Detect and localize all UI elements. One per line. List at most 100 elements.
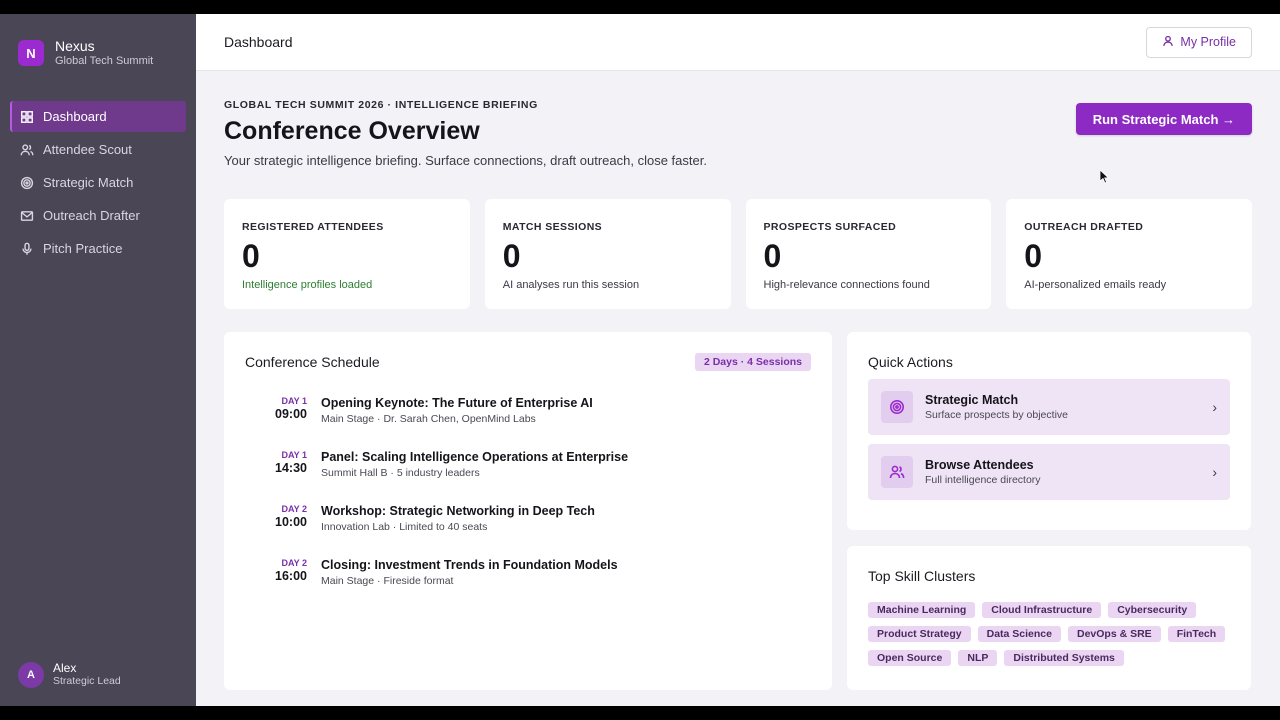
skill-tag[interactable]: FinTech xyxy=(1167,626,1226,642)
stat-note: AI-personalized emails ready xyxy=(1024,279,1167,291)
app-window: N Nexus Global Tech Summit Dashboard Att… xyxy=(0,14,1280,706)
top-skill-clusters-panel: Top Skill Clusters Machine Learning Clou… xyxy=(847,546,1251,690)
users-icon xyxy=(881,456,913,488)
brand-logo: N xyxy=(18,40,44,66)
session-subtitle: Innovation Lab · Limited to 40 seats xyxy=(321,521,488,533)
hero-lede: Your strategic intelligence briefing. Su… xyxy=(224,153,707,168)
stat-label: MATCH SESSIONS xyxy=(502,221,603,233)
stat-note: Intelligence profiles loaded xyxy=(242,279,373,291)
sidebar-item-outreach-drafter[interactable]: Outreach Drafter xyxy=(10,200,186,231)
session-time: 16:00 xyxy=(275,569,307,583)
mail-icon xyxy=(20,209,34,223)
user-menu[interactable]: A Alex Strategic Lead xyxy=(18,661,121,688)
quick-action-strategic-match[interactable]: Strategic Match Surface prospects by obje… xyxy=(868,379,1230,435)
stat-note: High-relevance connections found xyxy=(763,279,930,291)
stat-value: 0 xyxy=(1024,238,1043,274)
skill-tag[interactable]: Cybersecurity xyxy=(1108,602,1197,618)
session-item[interactable]: DAY 1 09:00 Opening Keynote: The Future o… xyxy=(245,396,811,450)
skill-tag[interactable]: Open Source xyxy=(868,650,952,666)
sidebar-item-label: Pitch Practice xyxy=(43,241,123,256)
sidebar-item-dashboard[interactable]: Dashboard xyxy=(10,101,186,132)
session-item[interactable]: DAY 2 16:00 Closing: Investment Trends in… xyxy=(245,558,811,612)
my-profile-button[interactable]: My Profile xyxy=(1146,26,1252,58)
user-role: Strategic Lead xyxy=(53,675,121,687)
session-title: Workshop: Strategic Networking in Deep T… xyxy=(321,504,595,518)
stat-card-prospects-surfaced: PROSPECTS SURFACED 0 High-relevance conn… xyxy=(745,199,992,309)
mouse-cursor-icon xyxy=(1100,170,1110,184)
topbar: Dashboard My Profile xyxy=(196,14,1280,71)
quick-action-title: Strategic Match xyxy=(925,392,1019,407)
session-list: DAY 1 09:00 Opening Keynote: The Future o… xyxy=(245,396,811,612)
session-time: 14:30 xyxy=(275,461,307,475)
avatar: A xyxy=(18,661,44,688)
quick-action-title: Browse Attendees xyxy=(925,457,1034,472)
target-icon xyxy=(881,391,913,423)
session-subtitle: Main Stage · Dr. Sarah Chen, OpenMind La… xyxy=(321,413,536,425)
session-time: 09:00 xyxy=(275,407,307,421)
hero-title: Conference Overview xyxy=(224,117,480,145)
chevron-right-icon: › xyxy=(1212,399,1217,415)
stat-label: REGISTERED ATTENDEES xyxy=(242,221,384,233)
sidebar-item-strategic-match[interactable]: Strategic Match xyxy=(10,167,186,198)
stat-card-registered-attendees: REGISTERED ATTENDEES 0 Intelligence prof… xyxy=(224,199,470,309)
session-subtitle: Main Stage · Fireside format xyxy=(321,575,454,587)
quick-actions-panel: Quick Actions Strategic Match Surface pro… xyxy=(847,332,1251,530)
session-day: DAY 2 xyxy=(281,558,307,568)
users-icon xyxy=(20,143,34,157)
session-title: Opening Keynote: The Future of Enterpris… xyxy=(321,396,593,410)
sidebar-item-label: Outreach Drafter xyxy=(43,208,140,223)
stat-card-outreach-drafted: OUTREACH DRAFTED 0 AI-personalized email… xyxy=(1006,199,1252,309)
session-item[interactable]: DAY 1 14:30 Panel: Scaling Intelligence O… xyxy=(245,450,811,504)
main-area: Dashboard My Profile GLOBAL TECH SUMMIT … xyxy=(196,14,1280,706)
grid-icon xyxy=(20,110,34,124)
sidebar-item-pitch-practice[interactable]: Pitch Practice xyxy=(10,233,186,264)
session-day: DAY 2 xyxy=(281,504,307,514)
dashboard-content: GLOBAL TECH SUMMIT 2026 · INTELLIGENCE B… xyxy=(196,71,1280,706)
skill-tag[interactable]: Machine Learning xyxy=(868,602,976,618)
session-subtitle: Summit Hall B · 5 industry leaders xyxy=(321,467,480,479)
session-time: 10:00 xyxy=(275,515,307,529)
hero-kicker: GLOBAL TECH SUMMIT 2026 · INTELLIGENCE B… xyxy=(224,99,538,111)
sidebar-item-label: Strategic Match xyxy=(43,175,134,190)
sidebar: N Nexus Global Tech Summit Dashboard Att… xyxy=(0,14,196,706)
sidebar-nav: Dashboard Attendee Scout Strategic Match… xyxy=(0,101,196,266)
quick-action-subtitle: Full intelligence directory xyxy=(925,473,1041,486)
session-item[interactable]: DAY 2 10:00 Workshop: Strategic Networkin… xyxy=(245,504,811,558)
skill-tag[interactable]: Data Science xyxy=(977,626,1061,642)
session-title: Panel: Scaling Intelligence Operations a… xyxy=(321,450,629,464)
quick-action-subtitle: Surface prospects by objective xyxy=(925,408,1068,421)
sidebar-item-attendee-scout[interactable]: Attendee Scout xyxy=(10,134,186,165)
stat-label: OUTREACH DRAFTED xyxy=(1024,221,1144,233)
page-title: Dashboard xyxy=(224,34,293,50)
stat-value: 0 xyxy=(502,238,521,274)
brand-subtitle: Global Tech Summit xyxy=(55,55,154,67)
my-profile-label: My Profile xyxy=(1180,35,1236,49)
skill-tag-list: Machine Learning Cloud Infrastructure Cy… xyxy=(868,602,1230,666)
session-day: DAY 1 xyxy=(281,450,307,460)
user-icon xyxy=(1162,35,1174,50)
stat-note: AI analyses run this session xyxy=(502,279,640,291)
skill-tag[interactable]: Distributed Systems xyxy=(1004,650,1124,666)
skill-tag[interactable]: DevOps & SRE xyxy=(1067,626,1161,642)
chevron-right-icon: › xyxy=(1212,464,1217,480)
skill-tag[interactable]: Cloud Infrastructure xyxy=(982,602,1102,618)
session-title: Closing: Investment Trends in Foundation… xyxy=(321,558,618,572)
brand[interactable]: N Nexus Global Tech Summit xyxy=(0,14,196,72)
brand-name: Nexus xyxy=(55,38,95,54)
stat-card-match-sessions: MATCH SESSIONS 0 AI analyses run this se… xyxy=(484,199,731,309)
sidebar-item-label: Attendee Scout xyxy=(43,142,132,157)
target-icon xyxy=(20,176,34,190)
skill-tag[interactable]: NLP xyxy=(958,650,998,666)
panel-title: Top Skill Clusters xyxy=(868,568,976,584)
stat-label: PROSPECTS SURFACED xyxy=(763,221,897,233)
quick-action-browse-attendees[interactable]: Browse Attendees Full intelligence direct… xyxy=(868,444,1230,500)
skill-tag[interactable]: Product Strategy xyxy=(868,626,971,642)
stat-value: 0 xyxy=(242,238,260,274)
panel-title: Quick Actions xyxy=(868,354,953,370)
run-strategic-match-button[interactable]: Run Strategic Match → xyxy=(1075,103,1252,135)
schedule-badge: 2 Days · 4 Sessions xyxy=(694,353,811,371)
session-day: DAY 1 xyxy=(281,396,307,406)
mic-icon xyxy=(20,242,34,256)
sidebar-item-label: Dashboard xyxy=(43,109,107,124)
stat-value: 0 xyxy=(763,238,782,274)
